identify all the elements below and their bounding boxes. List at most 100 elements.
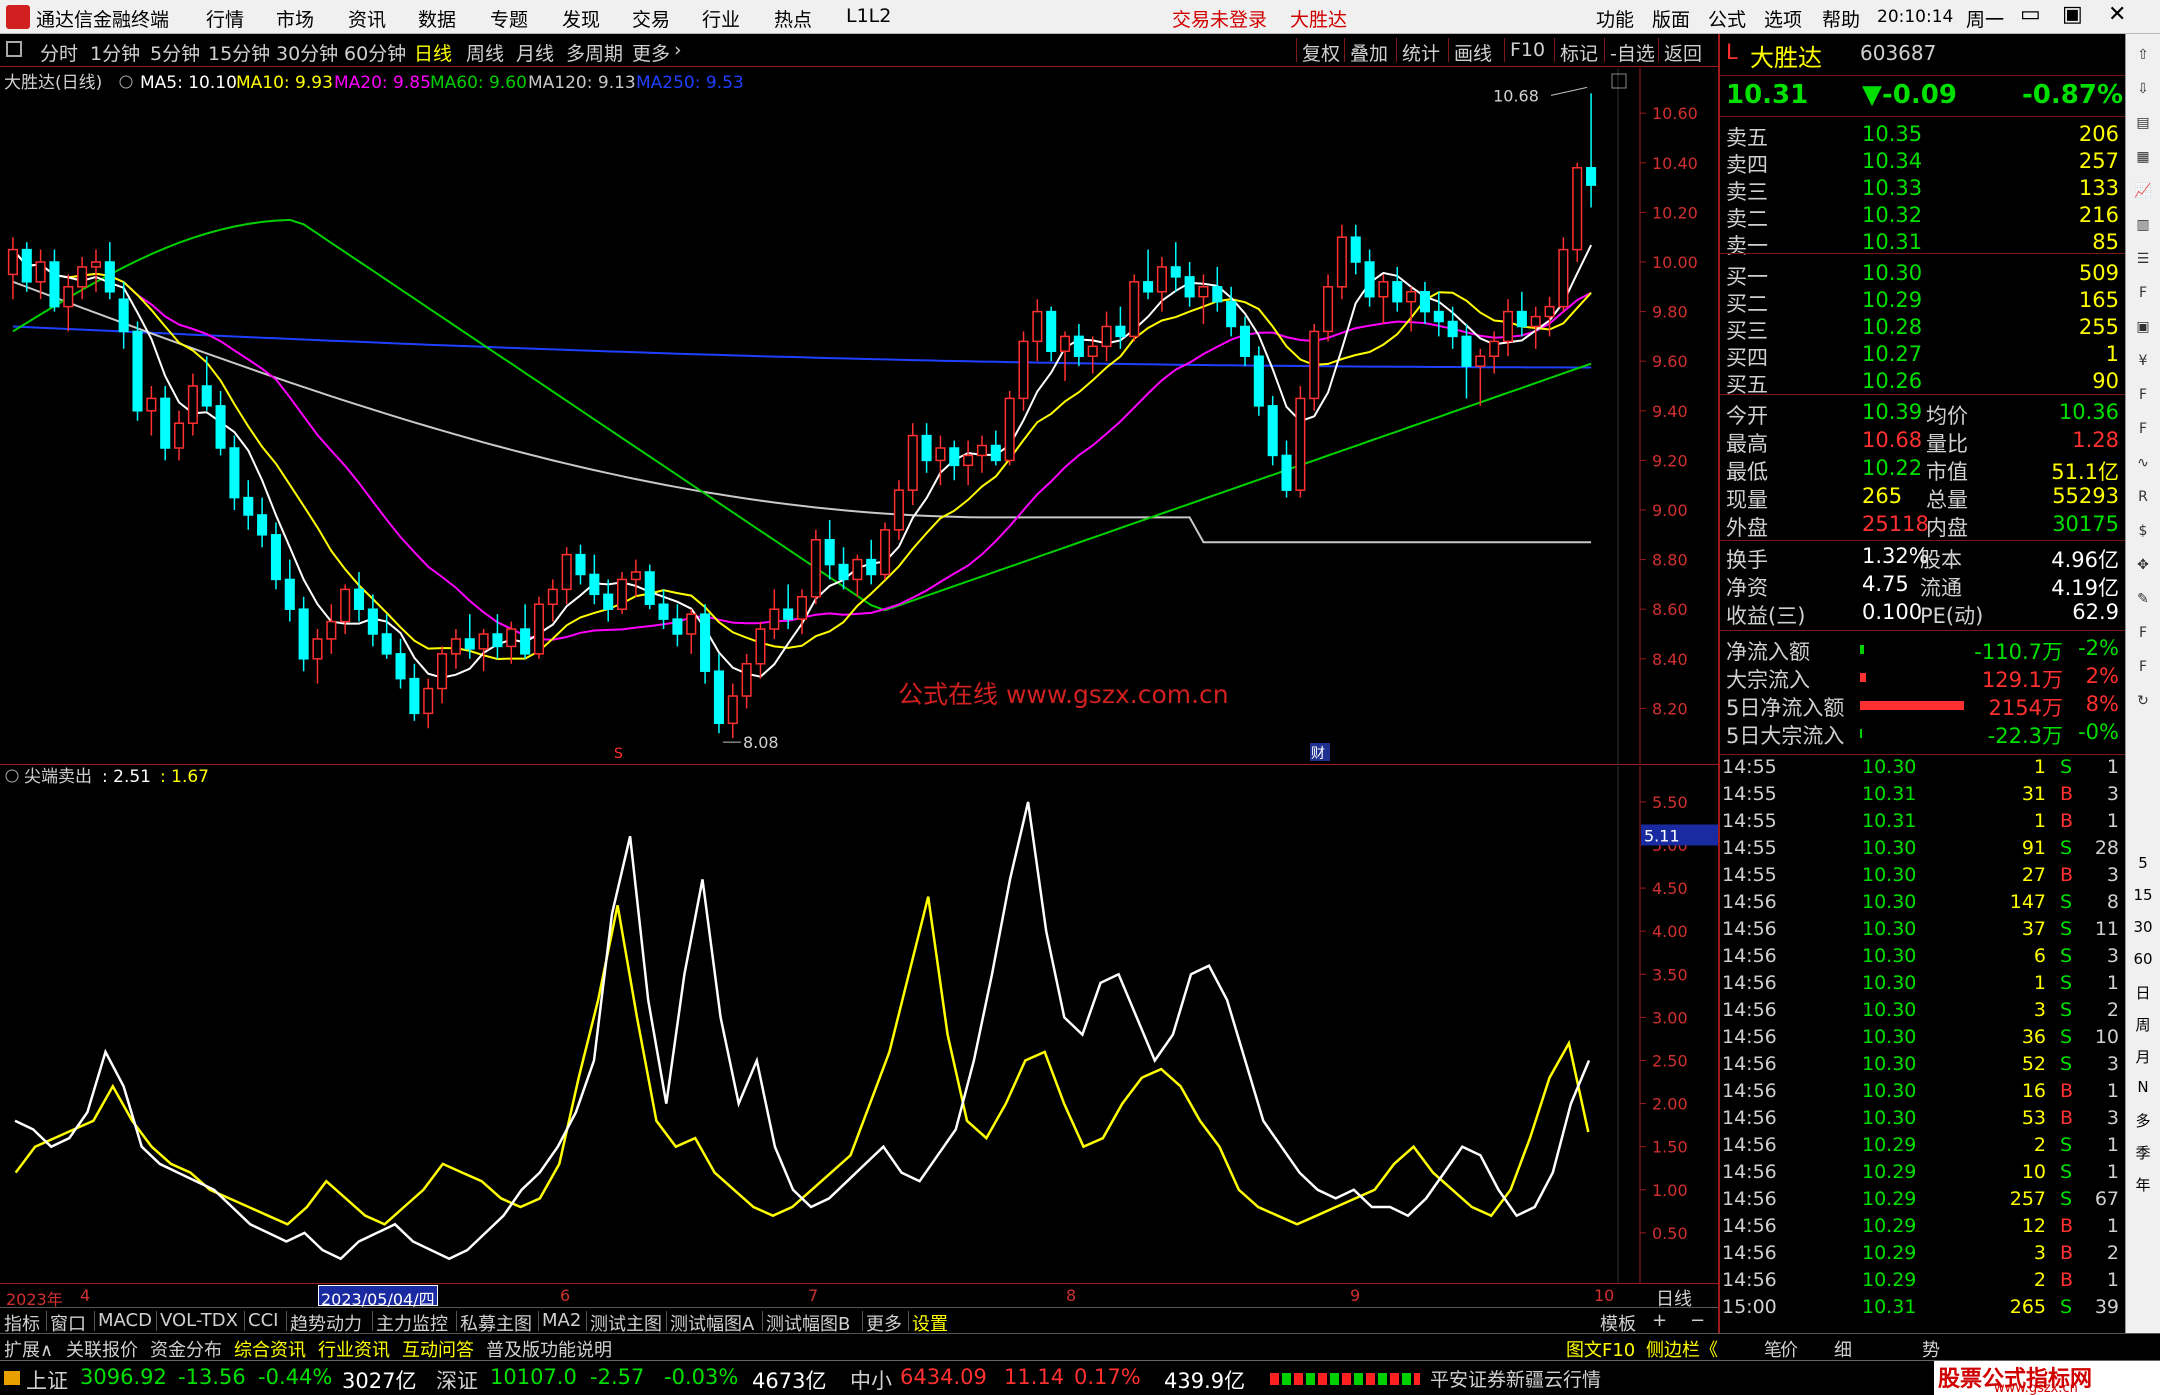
period-tab-8[interactable]: 月线 [516, 39, 554, 66]
menu-item-5[interactable]: 发现 [562, 5, 600, 32]
info-tab-0[interactable]: 扩展∧ [4, 1336, 53, 1362]
candle-body[interactable] [561, 553, 572, 591]
kline-chart[interactable]: 10.60 10.40 10.20 10.00 9.80 9.60 9.40 9.20 9.00… [0, 68, 1718, 765]
candle-body[interactable] [1032, 310, 1043, 343]
more-chevron-icon[interactable]: › [674, 39, 682, 61]
menu-item-7[interactable]: 行业 [702, 5, 740, 32]
candle-body[interactable] [243, 496, 254, 516]
candle-body[interactable] [1156, 266, 1167, 293]
candle-body[interactable] [90, 261, 102, 268]
candle-body[interactable] [1253, 355, 1264, 407]
info-tab-4[interactable]: 行业资讯 [318, 1336, 390, 1362]
chart-tool-tab-7[interactable]: 返回 [1664, 39, 1702, 66]
tab-price[interactable]: 价 [1780, 1336, 1798, 1362]
menu-item-4[interactable]: 专题 [490, 5, 528, 32]
menu-right-item-1[interactable]: 版面 [1652, 5, 1690, 32]
ask-row[interactable]: 卖五 10.35 206 [1720, 122, 2125, 150]
candle-body[interactable] [1572, 167, 1583, 251]
tab-detail[interactable]: 细 [1834, 1336, 1852, 1362]
candle-body[interactable] [1226, 300, 1237, 328]
candle-body[interactable] [381, 633, 392, 655]
candle-body[interactable] [492, 633, 503, 648]
menu-item-6[interactable]: 交易 [632, 5, 670, 32]
candle-body[interactable] [367, 608, 378, 635]
menu-item-0[interactable]: 行情 [206, 5, 244, 32]
candle-body[interactable] [630, 571, 641, 581]
toolstrip-period-1[interactable]: 15 [2132, 886, 2154, 904]
period-tab-4[interactable]: 30分钟 [276, 39, 338, 66]
candle-body[interactable] [257, 514, 268, 536]
sidebar-toggle[interactable]: 侧边栏《 [1646, 1336, 1718, 1362]
login-status[interactable]: 交易未登录 [1172, 5, 1267, 32]
candle-body[interactable] [616, 578, 628, 610]
candle-body[interactable] [1059, 335, 1071, 353]
candle-body[interactable] [824, 539, 835, 566]
candle-body[interactable] [1295, 397, 1306, 491]
candle-body[interactable] [838, 563, 849, 581]
period-tab-6[interactable]: 日线 [414, 39, 452, 66]
indicator-svg[interactable]: 5.505.004.504.003.503.002.502.001.501.00… [0, 766, 1718, 1283]
chart-tool-tab-5[interactable]: 标记 [1560, 39, 1598, 66]
candle-body[interactable] [1143, 281, 1154, 293]
candle-body[interactable] [49, 261, 60, 308]
candle-body[interactable] [990, 444, 1001, 462]
ask-row[interactable]: 卖四 10.34 257 [1720, 149, 2125, 177]
indicator-tab-2[interactable]: MACD [98, 1310, 152, 1331]
candle-body[interactable] [575, 553, 586, 576]
marker-cai[interactable]: 财 [1311, 746, 1325, 762]
candle-body[interactable] [1586, 167, 1597, 186]
toolstrip-period-3[interactable]: 60 [2132, 950, 2154, 968]
candle-body[interactable] [672, 618, 683, 635]
refresh-icon[interactable]: ↻ [2132, 690, 2154, 712]
candle-body[interactable] [1530, 315, 1541, 328]
candle-body[interactable] [146, 397, 157, 412]
arrow-up-icon[interactable]: ⇧ [2132, 44, 2154, 66]
candle-body[interactable] [1364, 261, 1375, 298]
candle-body[interactable] [658, 603, 669, 620]
legend-settings-icon[interactable] [119, 75, 133, 89]
toolstrip-period-4[interactable]: 日 [2132, 982, 2154, 1003]
candle-body[interactable] [1323, 286, 1334, 333]
candle-body[interactable] [160, 397, 171, 449]
candle-body[interactable] [1281, 454, 1292, 491]
window-toggle-icon[interactable] [6, 41, 22, 57]
candle-body[interactable] [1046, 310, 1057, 353]
f6-icon[interactable]: F [2132, 656, 2154, 678]
candle-body[interactable] [727, 695, 738, 725]
candle-body[interactable] [1073, 335, 1084, 357]
candle-body[interactable] [1406, 291, 1417, 303]
ind-settings-icon[interactable] [5, 769, 19, 783]
candle-body[interactable] [187, 385, 198, 424]
candle-body[interactable] [533, 603, 545, 655]
kline-icon[interactable]: ▥ [2132, 214, 2154, 236]
menu-right-item-3[interactable]: 选项 [1764, 5, 1802, 32]
candle-body[interactable] [810, 539, 821, 598]
candle-body[interactable] [340, 588, 351, 623]
candle-body[interactable] [77, 266, 88, 288]
info-tab-2[interactable]: 资金分布 [150, 1336, 222, 1362]
candle-body[interactable] [284, 578, 295, 610]
period-tab-3[interactable]: 15分钟 [208, 39, 270, 66]
list-icon[interactable]: ☰ [2132, 248, 2154, 270]
info-tab-3[interactable]: 综合资讯 [234, 1336, 306, 1362]
candle-body[interactable] [1544, 305, 1555, 318]
candle-body[interactable] [423, 687, 434, 715]
chart-icon[interactable]: 📈 [2132, 180, 2154, 202]
period-tab-9[interactable]: 多周期 [566, 39, 623, 66]
bid-row[interactable]: 买四 10.27 1 [1720, 342, 2125, 370]
candle-body[interactable] [104, 261, 115, 293]
candle-body[interactable] [132, 330, 143, 412]
chart-tool-tab-1[interactable]: 叠加 [1350, 39, 1388, 66]
period-tab-5[interactable]: 60分钟 [344, 39, 406, 66]
chart-tool-tab-6[interactable]: -自选 [1610, 39, 1655, 66]
page-icon[interactable]: ▤ [2132, 112, 2154, 134]
candle-body[interactable] [437, 653, 448, 690]
candle-body[interactable] [1115, 325, 1126, 338]
info-tab-6[interactable]: 普及版功能说明 [486, 1336, 612, 1362]
ask-row[interactable]: 卖二 10.32 216 [1720, 203, 2125, 231]
pencil-icon[interactable]: ✎ [2132, 588, 2154, 610]
chart-tool-tab-2[interactable]: 统计 [1402, 39, 1440, 66]
candle-body[interactable] [312, 638, 323, 660]
indicator-chart[interactable]: 5.505.004.504.003.503.002.502.001.501.00… [0, 766, 1718, 1283]
candle-body[interactable] [880, 529, 891, 576]
